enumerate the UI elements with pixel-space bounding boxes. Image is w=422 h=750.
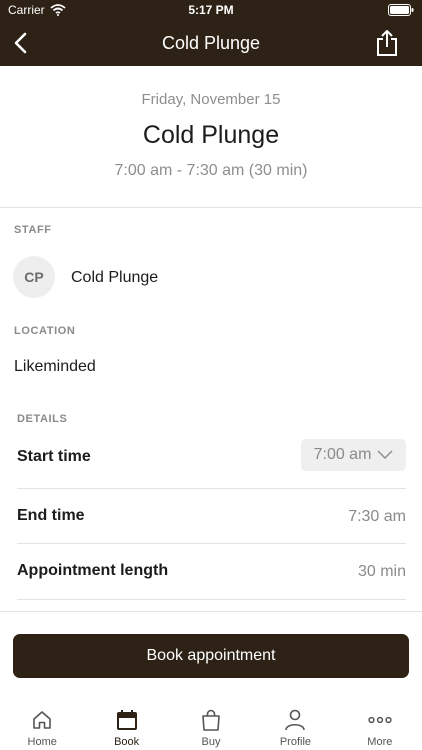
- status-time: 5:17 PM: [188, 3, 234, 17]
- tab-buy[interactable]: Buy: [169, 700, 253, 750]
- location-section-label: LOCATION: [14, 325, 76, 337]
- end-time-row: End time 7:30 am: [17, 489, 406, 545]
- tab-label: Home: [27, 736, 57, 748]
- tab-book[interactable]: Book: [84, 700, 168, 750]
- staff-name: Cold Plunge: [71, 269, 159, 286]
- session-title: Cold Plunge: [142, 121, 280, 149]
- appointment-length-label: Appointment length: [17, 562, 169, 579]
- nav-title: Cold Plunge: [161, 33, 261, 53]
- tab-home[interactable]: Home: [0, 700, 84, 750]
- time-range: 7:00 am - 7:30 am (30 min): [114, 162, 308, 179]
- start-time-row: Start time 7:00 am: [17, 430, 406, 486]
- shopping-bag-icon: [202, 709, 220, 731]
- back-chevron-icon[interactable]: [10, 31, 34, 55]
- start-time-label: Start time: [17, 448, 91, 465]
- divider: [0, 207, 422, 208]
- staff-section-label: STAFF: [14, 224, 52, 236]
- avatar-initials: CP: [24, 269, 44, 285]
- tab-bar: Home Book Buy Profile More: [0, 700, 422, 750]
- status-bar: Carrier 5:17 PM: [0, 0, 422, 20]
- tab-label: Buy: [201, 736, 221, 748]
- tab-more[interactable]: More: [338, 700, 422, 750]
- appointment-date: Friday, November 15: [141, 91, 281, 108]
- nav-bar: Cold Plunge: [0, 20, 422, 66]
- end-time-value: 7:30 am: [348, 508, 406, 525]
- end-time-label: End time: [17, 507, 85, 524]
- tab-label: Profile: [279, 736, 312, 748]
- details-section-label: DETAILS: [17, 413, 68, 425]
- location-name: Likeminded: [14, 358, 96, 375]
- battery-icon: [388, 4, 414, 16]
- start-time-value: 7:00 am: [313, 446, 372, 463]
- appointment-length-row: Appointment length 30 min: [17, 544, 406, 600]
- avatar: CP: [13, 256, 55, 298]
- tab-profile[interactable]: Profile: [253, 700, 337, 750]
- row-divider: [17, 599, 406, 600]
- share-icon[interactable]: [374, 29, 400, 57]
- start-time-select[interactable]: 7:00 am: [301, 439, 406, 471]
- calendar-icon: [116, 710, 137, 730]
- chevron-down-icon: [377, 450, 393, 459]
- book-appointment-button[interactable]: Book appointment: [13, 634, 409, 678]
- tab-label: Book: [114, 736, 140, 748]
- home-icon: [33, 711, 52, 729]
- person-icon: [285, 709, 306, 731]
- appointment-header: Friday, November 15 Cold Plunge 7:00 am …: [0, 66, 422, 180]
- more-dots-icon: [368, 716, 392, 724]
- tab-label: More: [367, 736, 393, 748]
- appointment-length-value: 30 min: [357, 563, 406, 580]
- divider: [0, 611, 422, 612]
